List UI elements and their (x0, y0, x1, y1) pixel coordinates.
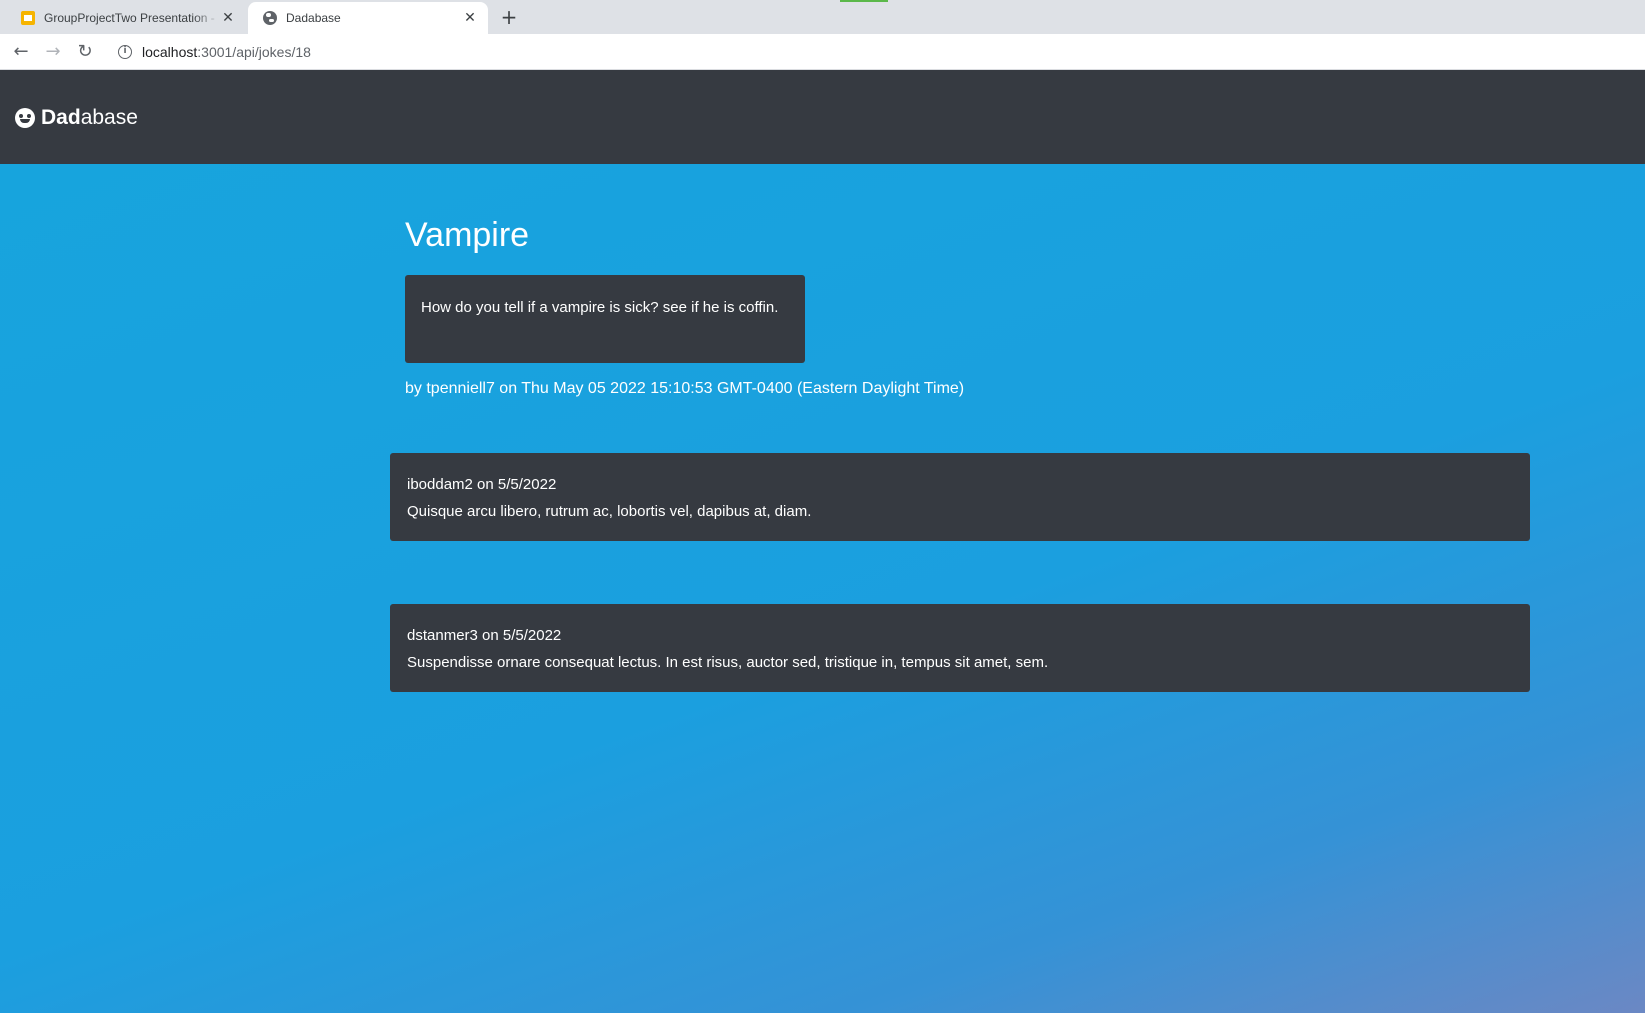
tab-group-project-presentation[interactable]: GroupProjectTwo Presentation - ✕ (6, 2, 246, 34)
comment-card: iboddam2 on 5/5/2022 Quisque arcu libero… (390, 453, 1530, 541)
url-text[interactable]: localhost:3001/api/jokes/18 (142, 44, 311, 60)
forward-arrow-icon[interactable]: → (41, 40, 65, 64)
url-path: :3001/api/jokes/18 (197, 44, 311, 60)
brand-name-rest: abase (80, 106, 138, 129)
globe-icon (262, 10, 278, 26)
site-info-icon[interactable]: i (118, 45, 132, 59)
reload-icon[interactable]: ↻ (73, 40, 97, 64)
tab-title: Dadabase (286, 11, 341, 25)
comment-text: Quisque arcu libero, rutrum ac, lobortis… (407, 503, 812, 520)
app-navbar: Dad abase (0, 70, 1645, 164)
comment-meta: dstanmer3 on 5/5/2022 (407, 627, 562, 644)
new-tab-button[interactable]: + (496, 6, 522, 28)
address-bar[interactable]: i localhost:3001/api/jokes/18 (110, 38, 1645, 66)
main-content: Vampire How do you tell if a vampire is … (0, 164, 1645, 1013)
close-tab-icon[interactable]: ✕ (462, 10, 478, 26)
joke-byline: by tpenniell7 on Thu May 05 2022 15:10:5… (405, 380, 965, 397)
smiley-icon (15, 108, 35, 128)
browser-toolbar: ← → ↻ i localhost:3001/api/jokes/18 (0, 34, 1645, 70)
close-tab-icon[interactable]: ✕ (220, 10, 236, 26)
brand-name-bold: Dad (41, 106, 81, 129)
loading-indicator (840, 0, 888, 2)
tab-title: GroupProjectTwo Presentation - (44, 11, 215, 25)
comment-text: Suspendisse ornare consequat lectus. In … (407, 654, 1049, 671)
brand-logo-link[interactable]: Dad abase (15, 106, 138, 130)
comment-meta: iboddam2 on 5/5/2022 (407, 476, 557, 493)
joke-card: How do you tell if a vampire is sick? se… (405, 275, 805, 363)
slides-icon (20, 10, 36, 26)
url-host: localhost (142, 44, 198, 60)
comment-card: dstanmer3 on 5/5/2022 Suspendisse ornare… (390, 604, 1530, 692)
browser-tab-bar: GroupProjectTwo Presentation - ✕ Dadabas… (0, 0, 1645, 34)
back-arrow-icon[interactable]: ← (9, 40, 33, 64)
joke-title: Vampire (405, 216, 530, 254)
tab-dadabase[interactable]: Dadabase ✕ (248, 2, 488, 34)
joke-text: How do you tell if a vampire is sick? se… (421, 299, 779, 316)
